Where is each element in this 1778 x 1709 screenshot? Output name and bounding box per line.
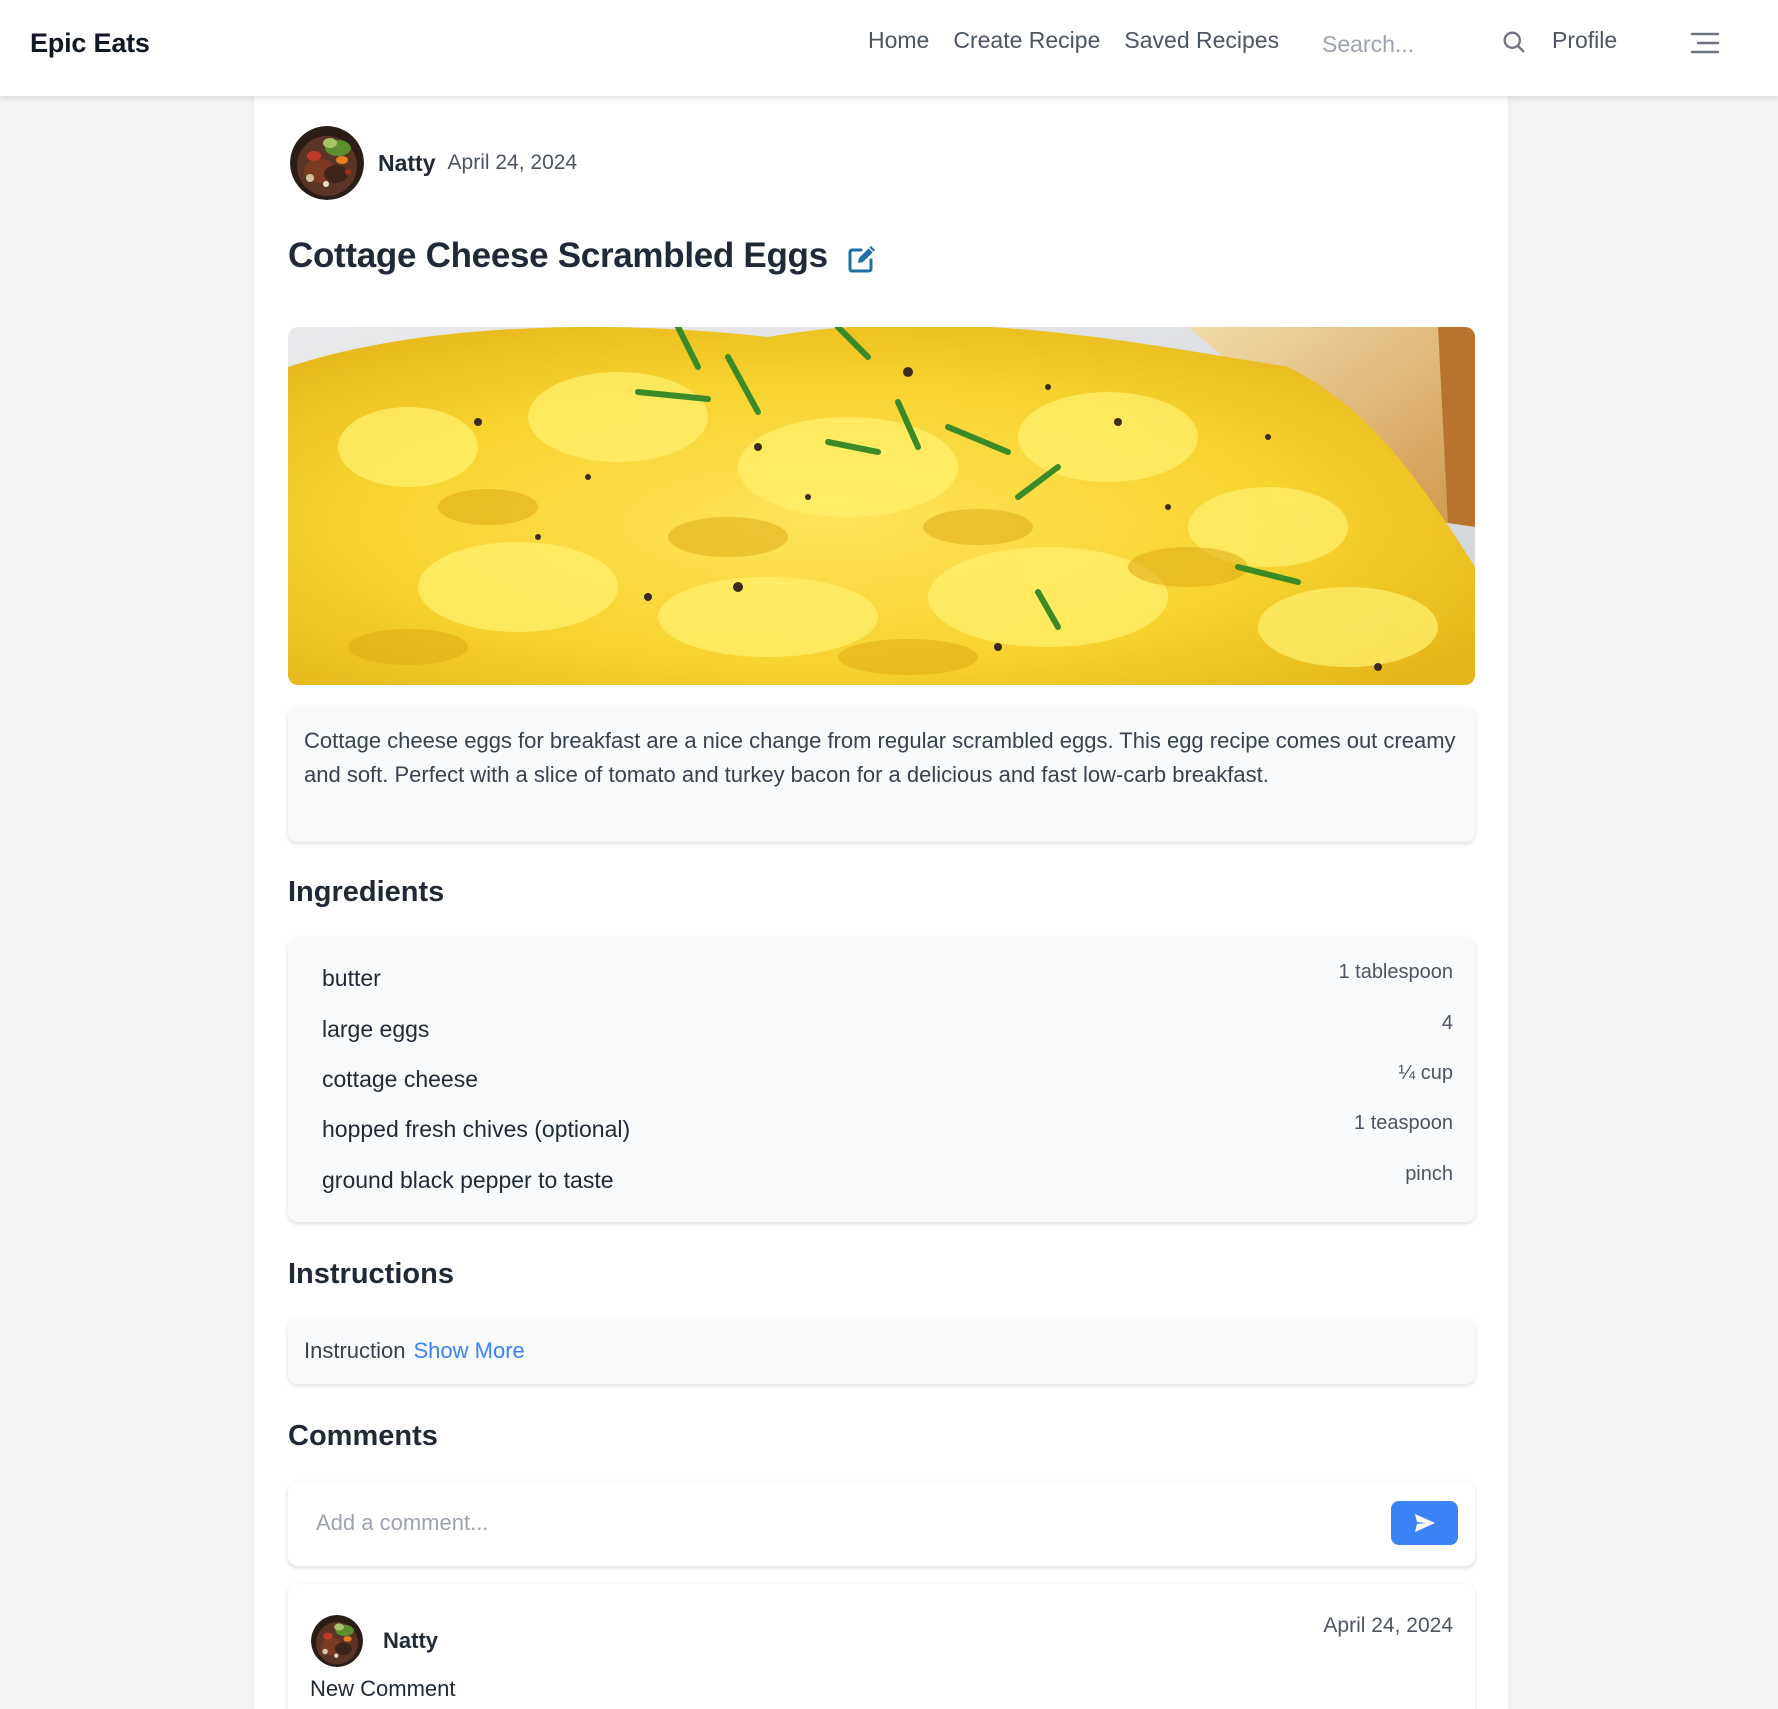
ingredient-name: ground black pepper to taste [322,1167,614,1193]
title-row: Cottage Cheese Scrambled Eggs [288,236,878,276]
ingredient-quantity: 1 teaspoon [1354,1112,1453,1134]
recipe-image [288,327,1475,685]
send-icon [1414,1514,1435,1532]
edit-icon[interactable] [846,243,878,275]
list-item: large eggs 4 [288,1012,1475,1052]
nav-links: Home Create Recipe Saved Recipes [868,27,1279,54]
brand-logo[interactable]: Epic Eats [30,28,150,59]
recipe-description: Cottage cheese eggs for breakfast are a … [288,706,1475,842]
comment-form [288,1482,1475,1566]
hamburger-menu-icon[interactable] [1690,30,1720,56]
commenter-avatar[interactable] [311,1615,363,1667]
list-item: cottage cheese ¼ cup [288,1062,1475,1102]
recipe-title: Cottage Cheese Scrambled Eggs [288,236,828,275]
ingredient-name: hopped fresh chives (optional) [322,1116,631,1142]
nav-profile[interactable]: Profile [1552,27,1617,54]
post-date: April 24, 2024 [447,151,578,174]
list-item: hopped fresh chives (optional) 1 teaspoo… [288,1112,1475,1152]
top-navbar: Epic Eats Home Create Recipe Saved Recip… [0,0,1778,96]
list-item: ground black pepper to taste pinch [288,1163,1475,1203]
ingredient-quantity: ¼ cup [1398,1062,1453,1084]
author-avatar[interactable] [290,126,364,200]
ingredient-name: cottage cheese [322,1066,479,1092]
comment-text: New Comment [310,1676,456,1701]
comment-date: April 24, 2024 [1323,1614,1453,1637]
search-icon[interactable] [1500,28,1528,56]
ingredient-name: large eggs [322,1016,430,1042]
ingredient-quantity: pinch [1405,1163,1453,1185]
comment-item: Natty April 24, 2024 New Comment [288,1584,1475,1709]
instructions-box: Instruction Show More [288,1318,1475,1384]
show-more-link[interactable]: Show More [414,1338,525,1363]
nav-home[interactable]: Home [868,27,929,54]
list-item: butter 1 tablespoon [288,961,1475,1001]
nav-saved-recipes[interactable]: Saved Recipes [1124,27,1279,54]
comment-input[interactable] [302,1500,1362,1546]
nav-create-recipe[interactable]: Create Recipe [953,27,1100,54]
ingredient-quantity: 1 tablespoon [1338,961,1453,983]
instruction-text: Instruction [304,1338,406,1363]
author-row: Natty April 24, 2024 [290,126,577,200]
ingredient-name: butter [322,965,381,991]
ingredients-list: butter 1 tablespoon large eggs 4 cottage… [288,937,1475,1222]
ingredients-heading: Ingredients [288,876,445,908]
comments-heading: Comments [288,1420,438,1452]
author-name[interactable]: Natty [378,150,436,177]
instructions-heading: Instructions [288,1258,454,1290]
ingredient-quantity: 4 [1441,1012,1453,1034]
send-comment-button[interactable] [1391,1501,1458,1545]
search-input[interactable] [1306,22,1506,66]
commenter-name[interactable]: Natty [383,1628,438,1654]
recipe-card: Natty April 24, 2024 Cottage Cheese Scra… [254,96,1508,1709]
